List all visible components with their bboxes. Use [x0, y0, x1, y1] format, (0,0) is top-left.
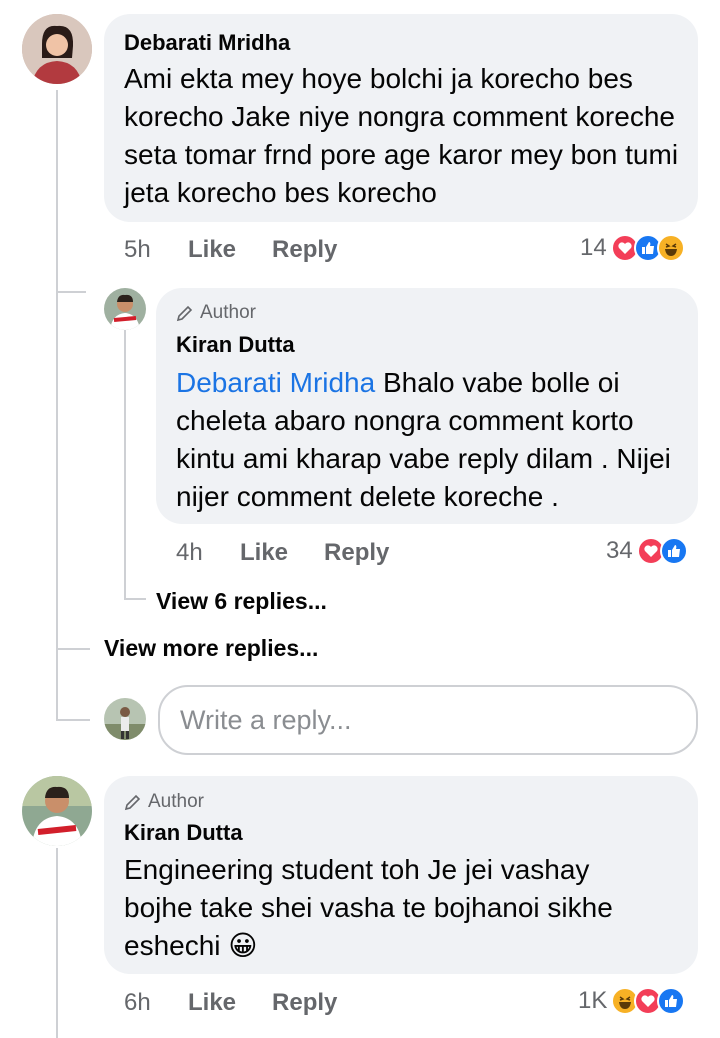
thread-connector-more: [56, 648, 90, 650]
reply-input[interactable]: Write a reply...: [158, 685, 698, 755]
thread-connector-reply: [56, 291, 86, 293]
author-badge: Author: [124, 791, 204, 813]
author-badge-label: Author: [200, 302, 256, 323]
author-badge-label: Author: [148, 791, 204, 812]
reaction-summary[interactable]: 14: [580, 234, 685, 262]
view-more-replies-link[interactable]: View more replies...: [104, 635, 318, 662]
like-icon: [657, 987, 686, 1015]
avatar[interactable]: [22, 14, 92, 84]
reply-actions: 4h Like Reply: [176, 539, 425, 567]
comment-time[interactable]: 5h: [124, 236, 188, 264]
comment-time[interactable]: 6h: [124, 989, 188, 1017]
comment-bubble[interactable]: Debarati Mridha Ami ekta mey hoye bolchi…: [104, 14, 698, 222]
reaction-count: 34: [606, 537, 633, 564]
reply-input-placeholder: Write a reply...: [180, 704, 352, 735]
avatar-image: [22, 14, 92, 84]
reply-author-name[interactable]: Kiran Dutta: [176, 332, 295, 358]
pencil-icon: [124, 794, 141, 811]
comment-bubble[interactable]: Author Kiran Dutta Engineering student t…: [104, 776, 698, 974]
reaction-count: 14: [580, 234, 607, 261]
like-button[interactable]: Like: [188, 989, 236, 1017]
like-button[interactable]: Like: [240, 539, 288, 567]
view-replies-link[interactable]: View 6 replies...: [156, 588, 327, 615]
comment-author-name[interactable]: Kiran Dutta: [124, 820, 243, 846]
avatar-image: [104, 288, 146, 330]
comment-text: Ami ekta mey hoye bolchi ja korecho bes …: [124, 63, 679, 208]
mention-link[interactable]: Debarati Mridha: [176, 367, 375, 398]
haha-icon: [656, 234, 685, 262]
thread-line-reply: [124, 330, 126, 600]
comment-author-name[interactable]: Debarati Mridha: [124, 30, 290, 56]
comment-text-container: Engineering student toh Je jei vashay bo…: [124, 851, 664, 965]
reply-button[interactable]: Reply: [324, 539, 389, 567]
pencil-icon: [176, 305, 193, 322]
reaction-summary[interactable]: 34: [606, 537, 688, 565]
avatar-image: [22, 776, 92, 846]
avatar[interactable]: [22, 776, 92, 846]
author-badge: Author: [176, 302, 256, 324]
reply-text-container: Debarati Mridha Bhalo vabe bolle oi chel…: [176, 364, 686, 516]
like-icon: [659, 537, 688, 565]
reply-bubble[interactable]: Author Kiran Dutta Debarati Mridha Bhalo…: [156, 288, 698, 524]
thread-connector-view6: [124, 598, 146, 600]
avatar[interactable]: [104, 288, 146, 330]
avatar-image: [104, 698, 146, 740]
reaction-count: 1K: [578, 987, 608, 1014]
thread-line-main: [56, 90, 58, 720]
comment-actions: 5h Like Reply: [124, 236, 373, 264]
reply-time[interactable]: 4h: [176, 539, 240, 567]
comment-text: Engineering student toh Je jei vashay bo…: [124, 854, 613, 961]
reply-button[interactable]: Reply: [272, 989, 337, 1017]
like-button[interactable]: Like: [188, 236, 236, 264]
reply-button[interactable]: Reply: [272, 236, 337, 264]
comment-actions: 6h Like Reply: [124, 989, 373, 1017]
thread-connector-input: [56, 719, 90, 721]
reaction-summary[interactable]: 1K: [578, 987, 686, 1015]
current-user-avatar: [104, 698, 146, 740]
grinning-emoji: 😀: [228, 930, 258, 961]
thread-line-bottom: [56, 848, 58, 1038]
